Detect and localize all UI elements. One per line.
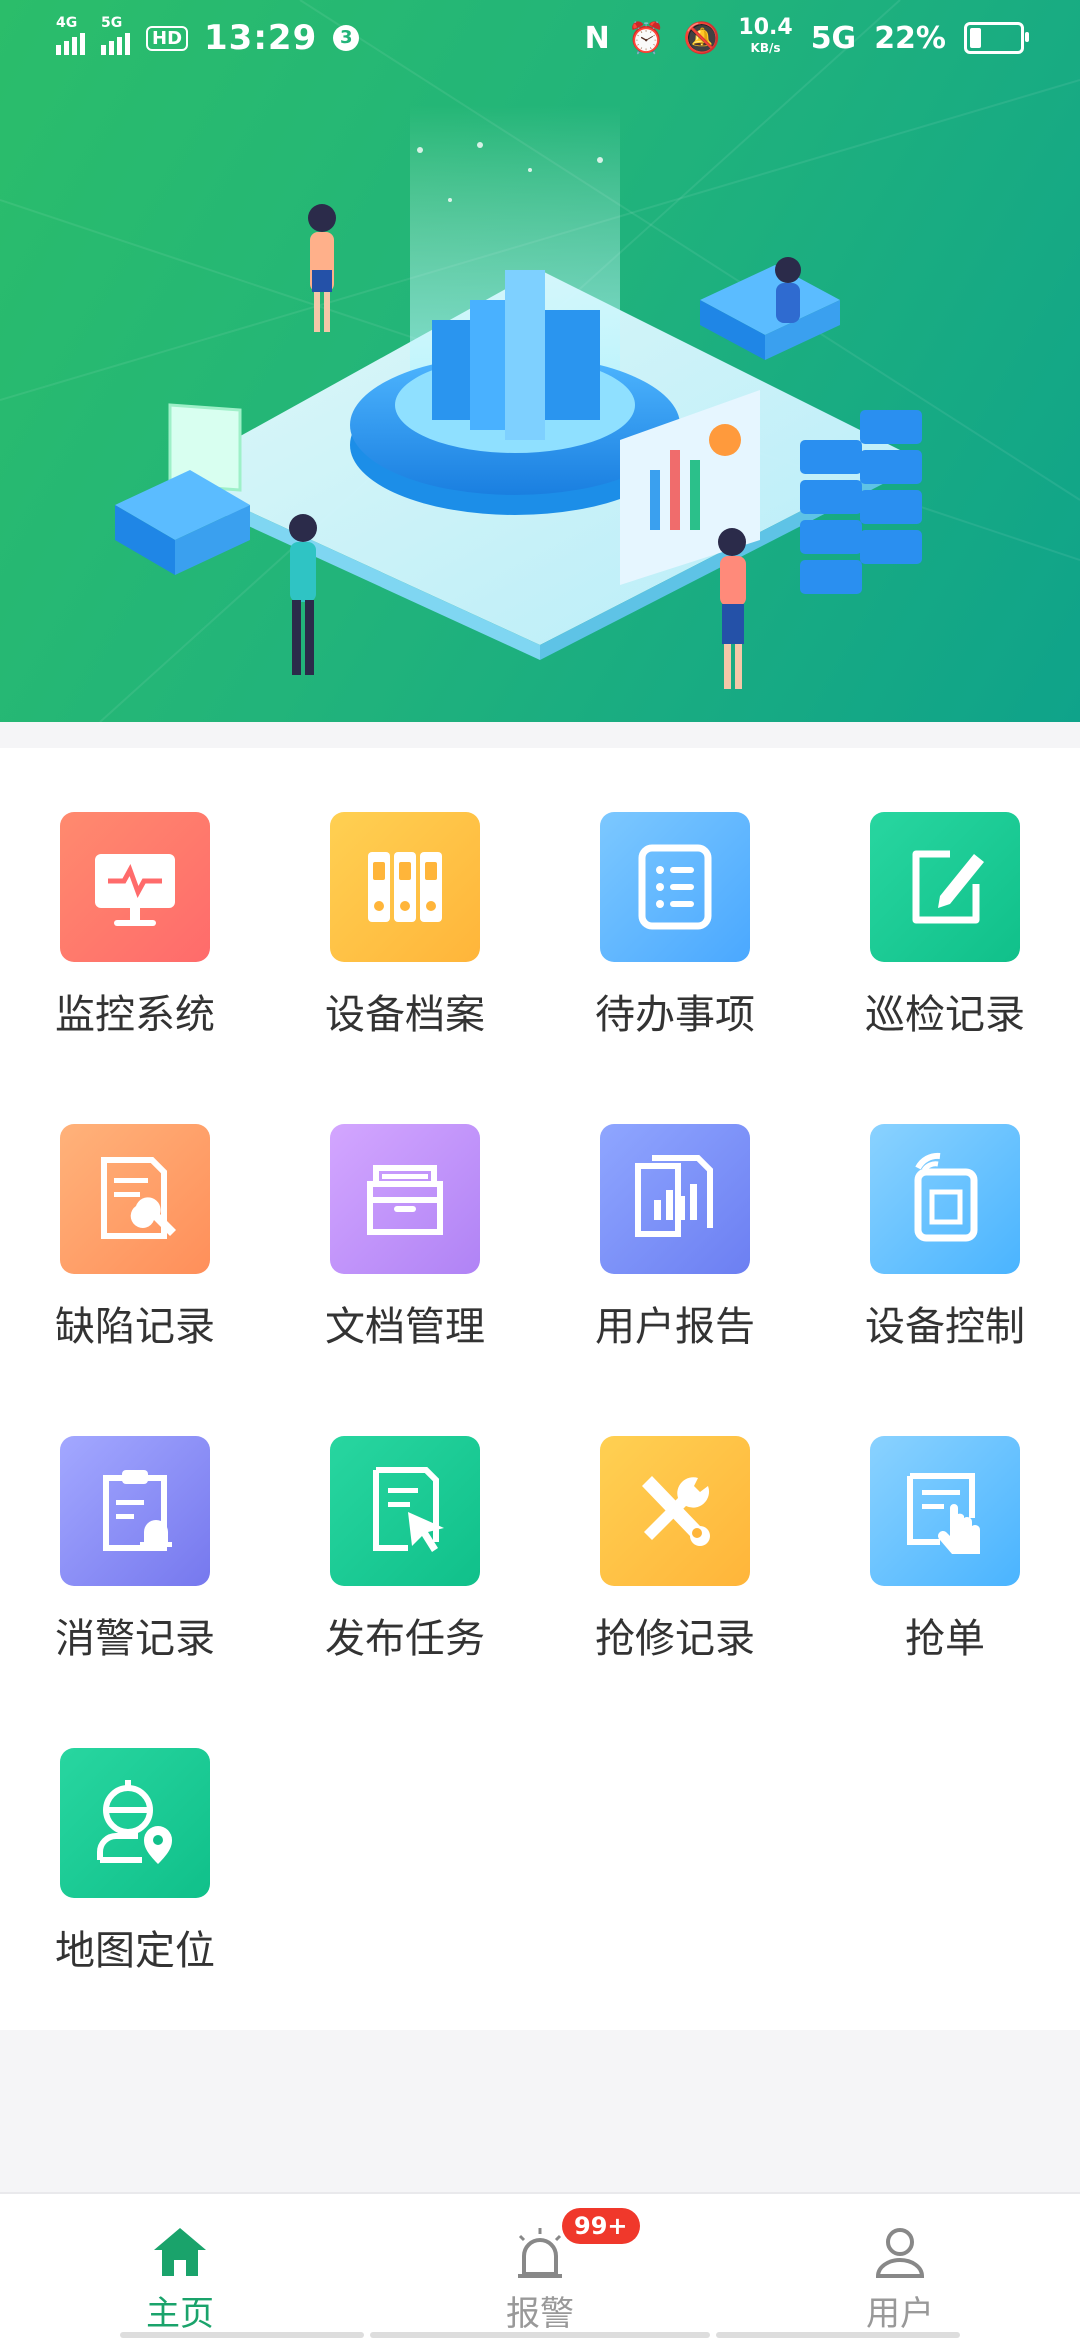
home-icon — [154, 2228, 206, 2276]
tab-user[interactable]: 用户 — [720, 2194, 1080, 2342]
menu-item[interactable]: 地图定位 — [0, 1684, 270, 1974]
menu-item-label: 抢修记录 — [595, 1616, 755, 1662]
notification-count: 3 — [333, 25, 360, 51]
hero-banner: 4G 5G HD 13:29 3 N ⏰ 🔕 10.4 KB/s 5G 22% — [0, 0, 1080, 722]
menu-item-label: 发布任务 — [325, 1616, 485, 1662]
nfc-icon: N — [584, 20, 610, 56]
list-icon — [600, 812, 750, 962]
hd-icon: HD — [146, 25, 189, 51]
menu-item[interactable]: 监控系统 — [0, 748, 270, 1038]
tab-user-label: 用户 — [866, 2294, 934, 2334]
binders-icon — [330, 812, 480, 962]
menu-item[interactable]: 设备档案 — [270, 748, 540, 1038]
menu-item[interactable]: 抢修记录 — [540, 1372, 810, 1662]
menu-item[interactable]: 设备控制 — [810, 1060, 1080, 1350]
network-type: 5G — [810, 20, 857, 56]
net-speed-unit: KB/s — [750, 41, 781, 55]
sig2-label: 5G — [101, 15, 123, 31]
battery-percent: 22% — [874, 20, 946, 56]
tab-alarm-label: 报警 — [506, 2294, 574, 2334]
folder-icon — [330, 1124, 480, 1274]
gesture-indicator — [370, 2332, 710, 2338]
menu-item[interactable]: 抢单 — [810, 1372, 1080, 1662]
doc-wrench-icon — [60, 1124, 210, 1274]
menu-item-label: 消警记录 — [55, 1616, 215, 1662]
worker-location-icon — [60, 1748, 210, 1898]
menu-item[interactable]: 缺陷记录 — [0, 1060, 270, 1350]
menu-item[interactable]: 巡检记录 — [810, 748, 1080, 1038]
tools-icon — [600, 1436, 750, 1586]
net-speed-value: 10.4 — [738, 15, 793, 40]
menu-item-label: 抢单 — [905, 1616, 985, 1662]
signal-5g-icon: 5G — [101, 15, 130, 55]
menu-item-label: 缺陷记录 — [55, 1304, 215, 1350]
menu-item[interactable]: 发布任务 — [270, 1372, 540, 1662]
menu-item-label: 待办事项 — [595, 992, 755, 1038]
clipboard-bell-icon — [60, 1436, 210, 1586]
alarm-badge: 99+ — [562, 2208, 640, 2244]
battery-fill — [970, 28, 981, 48]
alarm-clock-icon: ⏰ — [627, 20, 666, 56]
hero-illustration — [0, 0, 1080, 722]
menu-item[interactable]: 待办事项 — [540, 748, 810, 1038]
menu-item-label: 设备控制 — [865, 1304, 1025, 1350]
user-icon — [875, 2228, 925, 2278]
edit-icon — [870, 812, 1020, 962]
menu-item-label: 文档管理 — [325, 1304, 485, 1350]
device-icon — [870, 1124, 1020, 1274]
tab-alarm[interactable]: 99+ 报警 — [360, 2194, 720, 2342]
battery-icon — [964, 22, 1029, 54]
menu-item[interactable]: 文档管理 — [270, 1060, 540, 1350]
sig1-label: 4G — [56, 15, 78, 31]
menu-item[interactable]: 用户报告 — [540, 1060, 810, 1350]
menu-item-label: 设备档案 — [325, 992, 485, 1038]
menu-item-label: 用户报告 — [595, 1304, 755, 1350]
clock: 13:29 — [204, 18, 318, 58]
gesture-indicator — [120, 2332, 364, 2338]
signal-4g-icon: 4G — [56, 15, 85, 55]
menu-item[interactable]: 消警记录 — [0, 1372, 270, 1662]
tab-home[interactable]: 主页 — [0, 2194, 360, 2342]
menu-item-label: 地图定位 — [55, 1928, 215, 1974]
monitor-icon — [60, 812, 210, 962]
menu-item-label: 监控系统 — [55, 992, 215, 1038]
tab-home-label: 主页 — [146, 2294, 214, 2334]
net-speed: 10.4 KB/s — [738, 15, 793, 58]
gesture-indicator — [716, 2332, 960, 2338]
doc-cursor-icon — [330, 1436, 480, 1586]
report-icon — [600, 1124, 750, 1274]
bottom-tab-bar: 主页 99+ 报警 用户 — [0, 2192, 1080, 2342]
menu-item-label: 巡检记录 — [865, 992, 1025, 1038]
status-bar: 4G 5G HD 13:29 3 N ⏰ 🔕 10.4 KB/s 5G 22% — [0, 0, 1080, 84]
mute-icon: 🔕 — [683, 20, 721, 56]
tap-doc-icon — [870, 1436, 1020, 1586]
alarm-light-icon — [518, 2228, 562, 2278]
feature-grid: 监控系统 设备档案 待办事项 巡检记录缺陷记录 文档管理 用户报告 设备控制消警记录 发布任务… — [0, 748, 1080, 2030]
